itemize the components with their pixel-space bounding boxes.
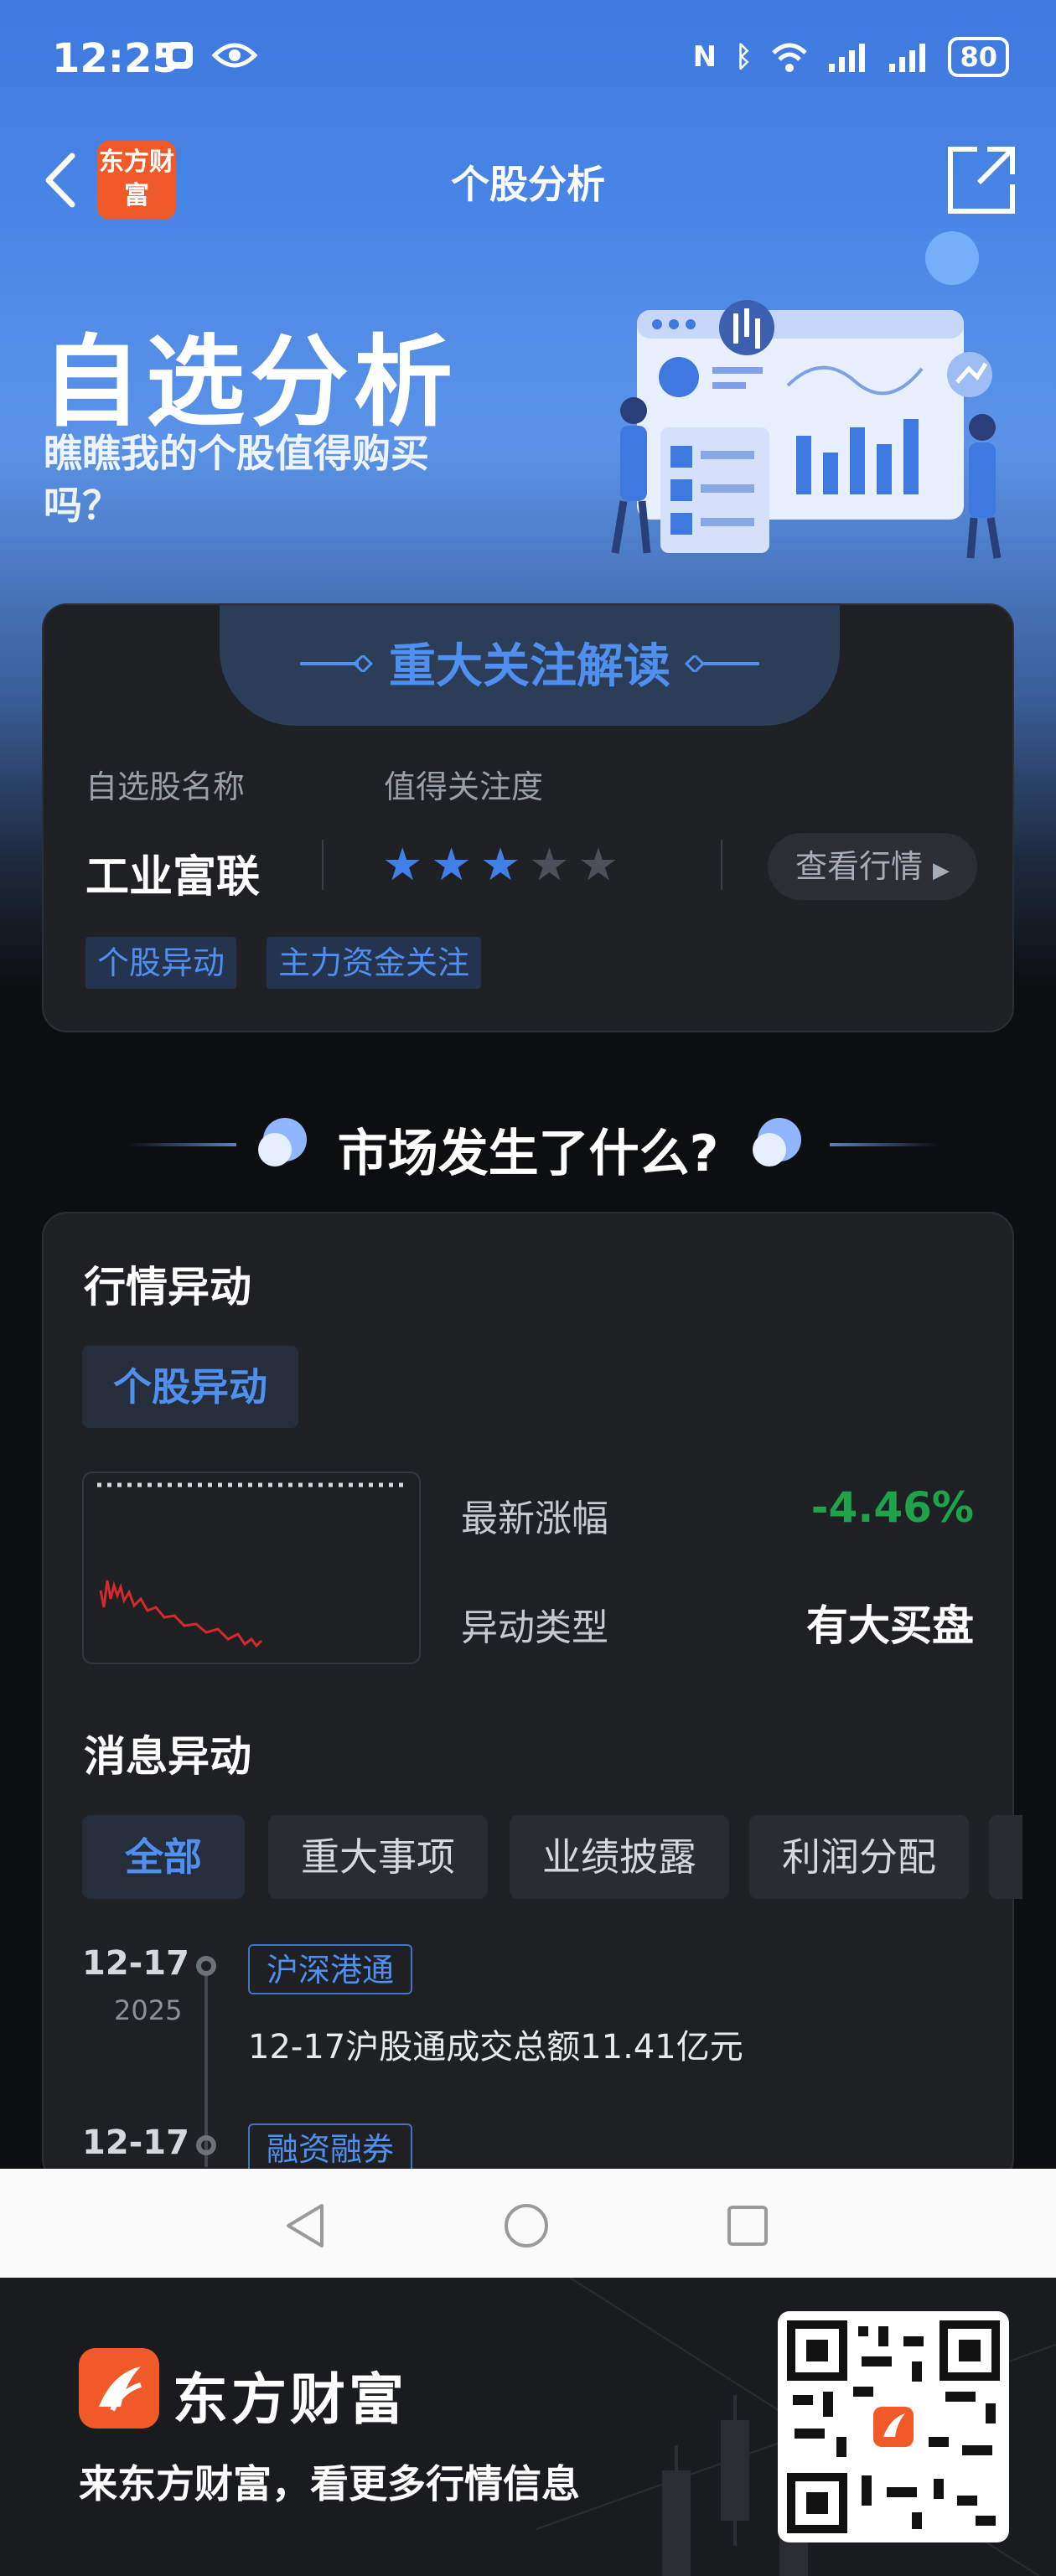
bubble-right-icon	[753, 1118, 801, 1166]
news-anomaly-title: 消息异动	[84, 1732, 251, 1781]
tag-stock-anomaly[interactable]: 个股异动	[85, 937, 237, 989]
caret-right-icon: ▶	[933, 858, 950, 883]
qr-code	[778, 2311, 1009, 2542]
app-notification-icon	[166, 42, 193, 69]
quote-anomaly-title: 行情异动	[84, 1263, 251, 1311]
timeline-dot	[196, 2135, 216, 2155]
filter-more[interactable]	[989, 1815, 1022, 1899]
tab-stock-anomaly[interactable]: 个股异动	[82, 1346, 298, 1428]
filter-major-events[interactable]: 重大事项	[268, 1815, 488, 1899]
bluetooth-icon: ᛒ	[735, 40, 753, 74]
latest-change-value: -4.46%	[810, 1483, 974, 1532]
nav-home-icon[interactable]	[503, 2202, 550, 2249]
nav-back-icon[interactable]	[283, 2202, 327, 2249]
star-empty-icon: ★	[529, 838, 570, 891]
status-time: 12:25	[52, 35, 180, 82]
star-filled-icon: ★	[431, 838, 472, 891]
intraday-sparkline	[82, 1472, 421, 1664]
hero-title: 自选分析	[42, 324, 458, 440]
header-line-right	[830, 1143, 939, 1146]
timeline-year: 2025	[114, 1994, 183, 2026]
status-bar: 12:25 N ᛒ 80	[0, 0, 1056, 117]
attention-rating: ★ ★ ★ ★ ★	[382, 840, 619, 890]
section-header: 市场发生了什么?	[0, 1106, 1056, 1183]
market-card: 行情异动 个股异动 最新涨幅 -4.46% 异动类型 有大买盘 消息异动 全部 …	[42, 1212, 1022, 2184]
timeline-date: 12-17	[82, 2123, 189, 2162]
view-quote-label: 查看行情	[795, 848, 923, 885]
nav-bar: 东方财富 个股分析	[0, 134, 1056, 226]
view-quote-button[interactable]: 查看行情 ▶	[768, 833, 977, 900]
focus-card: 重大关注解读 自选股名称 值得关注度 工业富联 ★ ★ ★ ★ ★ 查看行情 ▶…	[42, 603, 1014, 1032]
focus-card-tab: 重大关注解读	[220, 605, 840, 726]
star-filled-icon: ★	[479, 838, 521, 891]
share-icon[interactable]	[944, 142, 1019, 218]
price-line	[99, 1580, 263, 1648]
nfc-icon: N	[692, 40, 717, 74]
timeline-tag[interactable]: 沪深港通	[248, 1944, 413, 1994]
anomaly-type-value: 有大买盘	[806, 1601, 974, 1650]
nav-recents-icon[interactable]	[726, 2204, 769, 2248]
system-nav-bar	[0, 2169, 1056, 2278]
analysis-illustration	[611, 231, 1002, 559]
page-title: 个股分析	[451, 162, 605, 207]
divider	[322, 840, 324, 890]
star-filled-icon: ★	[382, 838, 423, 891]
star-empty-icon: ★	[577, 838, 619, 891]
timeline-date: 12-17	[82, 1944, 189, 1983]
signal-icon-2	[889, 44, 926, 72]
eastmoney-logo-icon	[79, 2348, 159, 2429]
filter-dividend[interactable]: 利润分配	[749, 1815, 969, 1899]
right-ornament-icon	[684, 655, 759, 672]
latest-change-label: 最新涨幅	[461, 1497, 608, 1540]
timeline-dot	[196, 1956, 216, 1976]
timeline-text[interactable]: 12-17沪股通成交总额11.41亿元	[248, 2020, 743, 2068]
wifi-icon	[772, 43, 808, 72]
stock-name-label: 自选股名称	[85, 768, 246, 805]
filter-earnings[interactable]: 业绩披露	[510, 1815, 729, 1899]
attention-label: 值得关注度	[384, 768, 544, 805]
tag-main-fund[interactable]: 主力资金关注	[267, 937, 482, 989]
anomaly-type-label: 异动类型	[461, 1606, 608, 1649]
footer-brand: 东方财富	[173, 2367, 407, 2432]
hero-subtitle: 瞧瞧我的个股值得购买吗？	[44, 431, 429, 528]
section-title: 市场发生了什么?	[337, 1125, 719, 1183]
filter-all[interactable]: 全部	[82, 1815, 245, 1899]
footer-banner: 东方财富 来东方财富，看更多行情信息	[0, 2278, 1056, 2576]
status-right-icons: N ᛒ 80	[693, 37, 1009, 77]
eye-icon	[211, 43, 258, 68]
divider	[721, 840, 722, 890]
timeline-tag[interactable]: 融资融券	[248, 2123, 413, 2174]
battery-icon: 80	[948, 37, 1009, 77]
status-left-icons	[164, 40, 258, 70]
stock-name: 工业富联	[85, 852, 261, 903]
signal-icon	[829, 44, 866, 72]
footer-slogan: 来东方财富，看更多行情信息	[79, 2461, 580, 2506]
